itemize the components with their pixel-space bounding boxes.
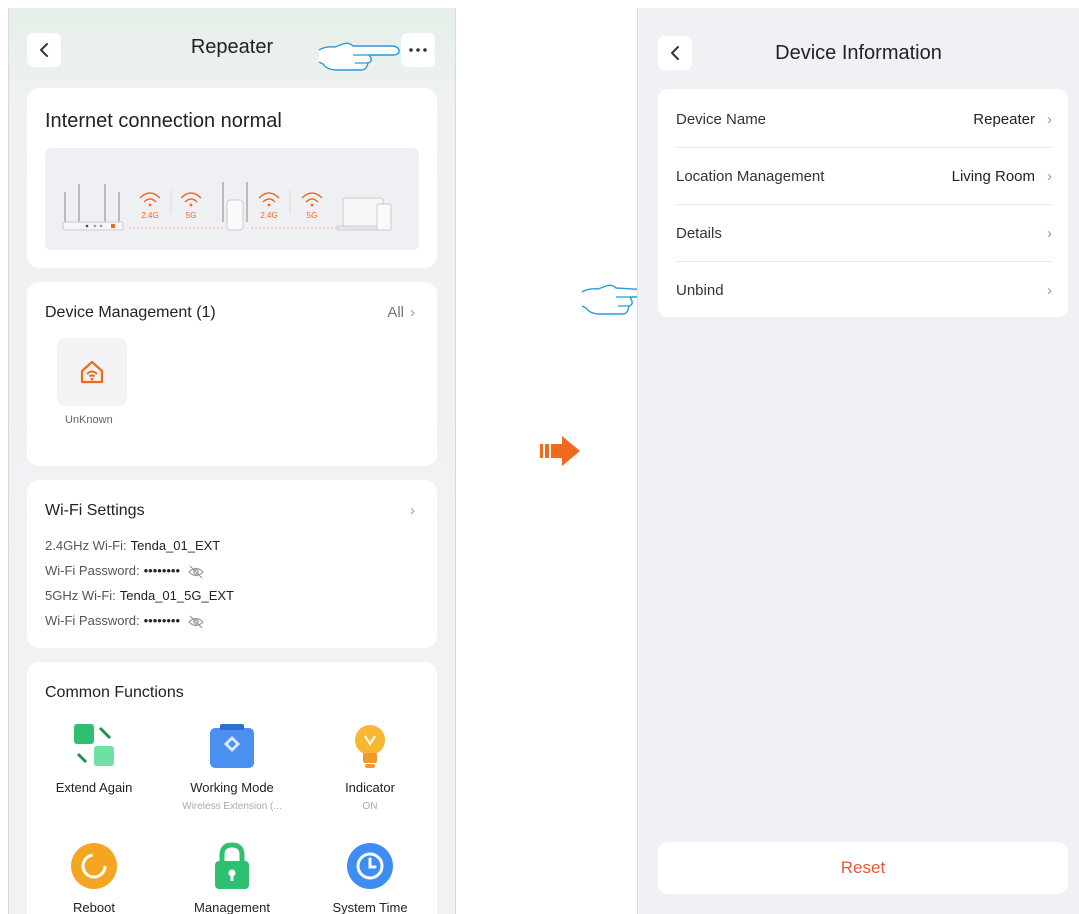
all-label: All	[387, 304, 404, 321]
lock-icon	[208, 842, 256, 890]
wifi-row: Wi-Fi Password: ••••••••	[45, 613, 204, 629]
section-title: Device Management (1)	[45, 304, 216, 321]
device-tile[interactable]	[57, 338, 127, 406]
router-icon	[62, 184, 124, 231]
system-time-button[interactable]: System Time	[305, 842, 435, 914]
chevron-right-icon: ›	[1047, 168, 1052, 185]
unbind-row[interactable]: Unbind ›	[676, 262, 1052, 319]
wifi-5g-icon: 5G	[301, 192, 323, 220]
band-label: 5G	[186, 211, 197, 220]
lightbulb-icon	[346, 722, 394, 770]
more-horizontal-icon	[409, 48, 427, 52]
device-info-list: Device Name Repeater › Location Manageme…	[658, 89, 1068, 317]
device-name-row[interactable]: Device Name Repeater ›	[676, 91, 1052, 148]
chevron-right-icon: ›	[410, 502, 415, 519]
wifi-settings-card[interactable]: Wi-Fi Settings › 2.4GHz Wi-Fi: Tenda_01_E…	[27, 480, 437, 648]
reset-button[interactable]: Reset	[658, 842, 1068, 894]
row-value: Repeater	[973, 111, 1035, 128]
wifi-5g-icon: 5G	[180, 192, 202, 220]
all-devices-link[interactable]: All ›	[387, 304, 415, 321]
band-label: 2.4G	[260, 211, 277, 220]
wifi-2g-icon: 2.4G	[139, 192, 161, 220]
chevron-right-icon: ›	[410, 304, 415, 321]
wifi-settings-chevron[interactable]: ›	[404, 502, 415, 519]
page-title: Device Information	[775, 42, 942, 64]
wifi-2g-icon: 2.4G	[258, 192, 280, 220]
network-topology-diagram: 2.4G 5G 2.4G 5G	[45, 148, 419, 250]
extend-again-icon	[70, 722, 118, 770]
reboot-button[interactable]: Reboot	[29, 842, 159, 914]
common-functions-card: Common Functions Extend Again Working Mo…	[27, 662, 437, 914]
indicator-button[interactable]: Indicator ON	[305, 722, 435, 812]
wifi-row: Wi-Fi Password: ••••••••	[45, 563, 204, 579]
eye-hidden-icon[interactable]	[187, 615, 204, 629]
next-step-arrow-icon	[540, 436, 580, 466]
repeater-device-icon	[222, 182, 248, 231]
row-label: Device Name	[676, 111, 767, 128]
wifi-row: 5GHz Wi-Fi: Tenda_01_5G_EXT	[45, 588, 234, 603]
connection-status-card: Internet connection normal 2.4G 5G 2.4G …	[27, 88, 437, 268]
band-label: 2.4G	[141, 211, 158, 220]
location-management-row[interactable]: Location Management Living Room ›	[676, 148, 1052, 205]
chevron-right-icon: ›	[1047, 111, 1052, 128]
device-name: UnKnown	[65, 414, 113, 426]
details-row[interactable]: Details ›	[676, 205, 1052, 262]
row-value: Living Room	[951, 168, 1035, 185]
section-title: Common Functions	[45, 684, 184, 701]
row-label: Location Management	[676, 168, 825, 185]
device-management-card: Device Management (1) All › UnKnown	[27, 282, 437, 466]
management-button[interactable]: Management	[167, 842, 297, 914]
chevron-right-icon: ›	[1047, 225, 1052, 242]
working-mode-button[interactable]: Working Mode Wireless Extension (...	[167, 722, 297, 812]
device-information-screen: Device Information Device Name Repeater …	[637, 8, 1079, 914]
row-label: Unbind	[676, 282, 724, 299]
repeater-header: Repeater	[9, 8, 455, 88]
section-title: Wi-Fi Settings	[45, 502, 145, 519]
pointing-hand-icon	[318, 42, 400, 71]
row-label: Details	[676, 225, 722, 242]
home-wifi-icon	[80, 360, 104, 384]
more-button[interactable]	[401, 33, 435, 67]
chevron-right-icon: ›	[1047, 282, 1052, 299]
working-mode-icon	[208, 722, 256, 770]
reboot-icon	[70, 842, 118, 890]
repeater-screen: Repeater Internet connection normal 2.4G…	[8, 8, 456, 914]
wifi-row: 2.4GHz Wi-Fi: Tenda_01_EXT	[45, 538, 221, 553]
client-devices-icon	[336, 197, 392, 231]
clock-icon	[346, 842, 394, 890]
band-label: 5G	[307, 211, 318, 220]
connection-status-text: Internet connection normal	[45, 110, 282, 132]
eye-hidden-icon[interactable]	[187, 565, 204, 579]
extend-again-button[interactable]: Extend Again	[29, 722, 159, 795]
